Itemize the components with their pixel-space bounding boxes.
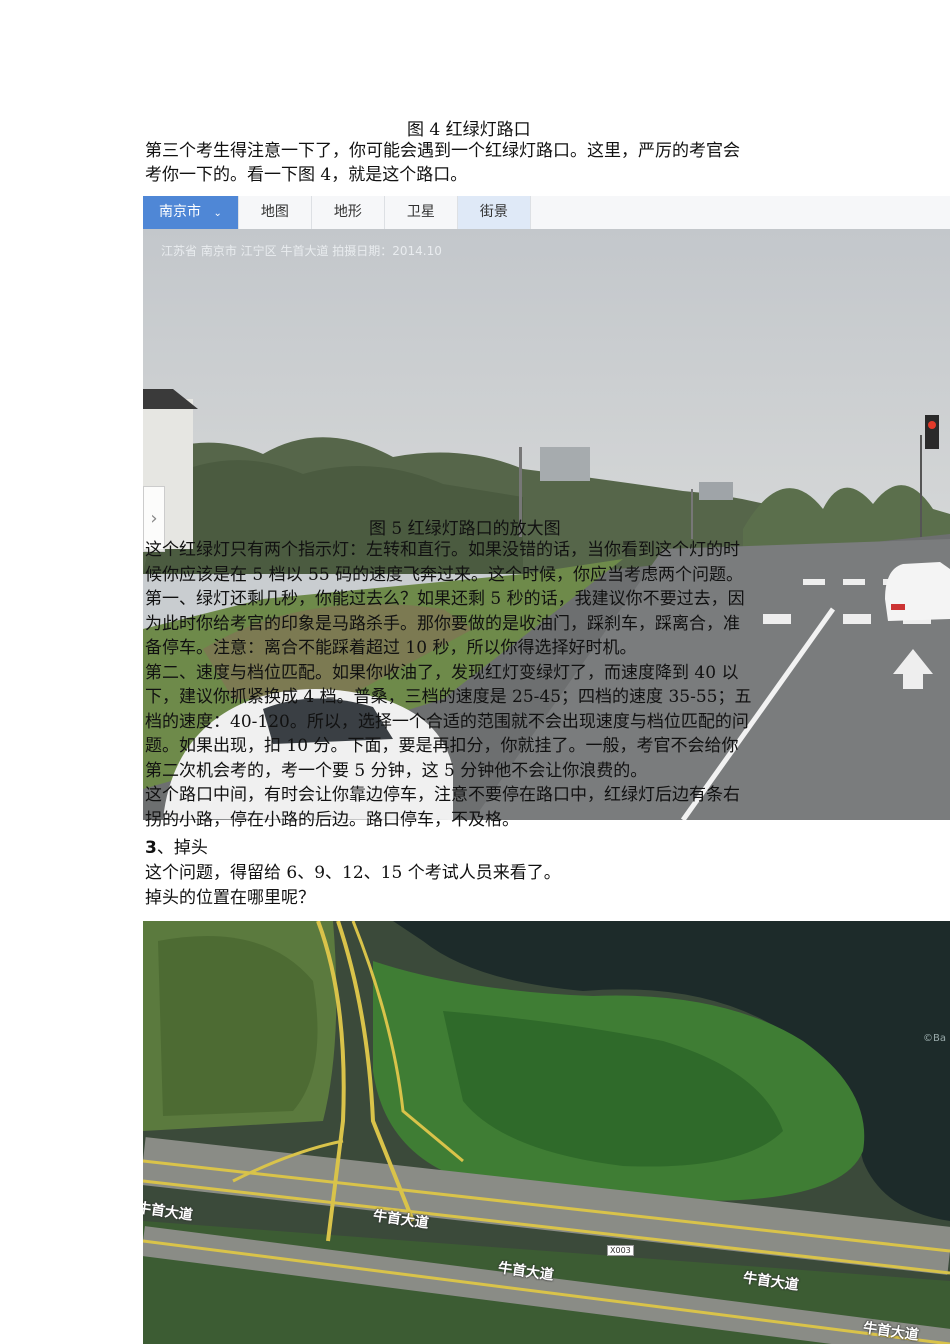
figure-4-caption: 图 4 红绿灯路口 (407, 120, 531, 140)
section-3-number: 3 (145, 838, 157, 858)
overlay-line-12: 拐的小路，停在小路的后边。路口停车，不及格。 (145, 810, 519, 830)
overlay-line-11: 这个路口中间，有时会让你靠边停车，注意不要停在路口中，红绿灯后边有条右 (145, 785, 740, 805)
city-label: 南京市 (159, 204, 201, 220)
street-view-meta: 江苏省 南京市 江宁区 牛首大道 拍摄日期：2014.10 (161, 244, 442, 258)
overlay-line-6: 第二、速度与档位匹配。如果你收油了，发现红灯变绿灯了，而速度降到 40 以 (145, 663, 739, 683)
overlay-line-1: 这个红绿灯只有两个指示灯：左转和直行。如果没错的话，当你看到这个灯的时 (145, 540, 740, 560)
satellite-map-image: 牛首大道 牛首大道 牛首大道 牛首大道 牛首大道 X003 ©Ba (143, 921, 950, 1344)
section-3-line-1: 这个问题，得留给 6、9、12、15 个考试人员来看了。 (145, 863, 561, 883)
overlay-line-8: 档的速度：40-120。所以，选择一个合适的范围就不会出现速度与档位匹配的问 (145, 712, 749, 732)
tab-terrain-label: 地形 (333, 204, 362, 220)
tab-map[interactable]: 地图 (239, 196, 312, 229)
tab-street-view[interactable]: 街景 (457, 196, 531, 229)
intro-line-1: 第三个考生得注意一下了，你可能会遇到一个红绿灯路口。这里，严厉的考官会 (145, 141, 740, 161)
map-watermark: ©Ba (923, 1033, 946, 1044)
route-badge: X003 (607, 1245, 634, 1256)
overlay-line-4: 为此时你给考官的印象是马路杀手。那你要做的是收油门，踩刹车，踩离合，准 (145, 614, 740, 634)
tab-satellite-label: 卫星 (406, 204, 435, 220)
overlay-line-2: 候你应该是在 5 档以 55 码的速度飞奔过来。这个时候，你应当考虑两个问题。 (145, 565, 744, 585)
city-selector[interactable]: 南京市 ⌄ (143, 196, 239, 229)
section-3-title: 、掉头 (156, 838, 208, 858)
overlay-line-3: 第一、绿灯还剩几秒，你能过去么？如果还剩 5 秒的话，我建议你不要过去，因 (145, 589, 745, 609)
tab-satellite[interactable]: 卫星 (385, 196, 458, 229)
figure-5-caption: 图 5 红绿灯路口的放大图 (369, 519, 561, 539)
tab-street-view-label: 街景 (479, 204, 508, 220)
overlay-line-10: 第二次机会考的，考一个要 5 分钟，这 5 分钟他不会让你浪费的。 (145, 761, 648, 781)
intro-line-2: 考你一下的。看一下图 4，就是这个路口。 (145, 165, 468, 185)
tab-terrain[interactable]: 地形 (312, 196, 385, 229)
overlay-line-5: 备停车。注意：离合不能踩着超过 10 秒，所以你得选择好时机。 (145, 638, 637, 658)
chevron-down-icon: ⌄ (213, 208, 222, 219)
overlay-line-9: 题。如果出现，扣 10 分。下面，要是再扣分，你就挂了。一般，考官不会给你 (145, 736, 739, 756)
section-3-line-2: 掉头的位置在哪里呢？ (145, 888, 315, 908)
tab-map-label: 地图 (260, 204, 289, 220)
section-3-heading: 3、掉头 (145, 836, 208, 860)
map-tab-bar: 南京市 ⌄ 地图 地形 卫星 街景 (143, 196, 950, 230)
overlay-line-7: 下，建议你抓紧换成 4 档。普桑，三档的速度是 25-45；四档的速度 35-5… (145, 687, 752, 707)
